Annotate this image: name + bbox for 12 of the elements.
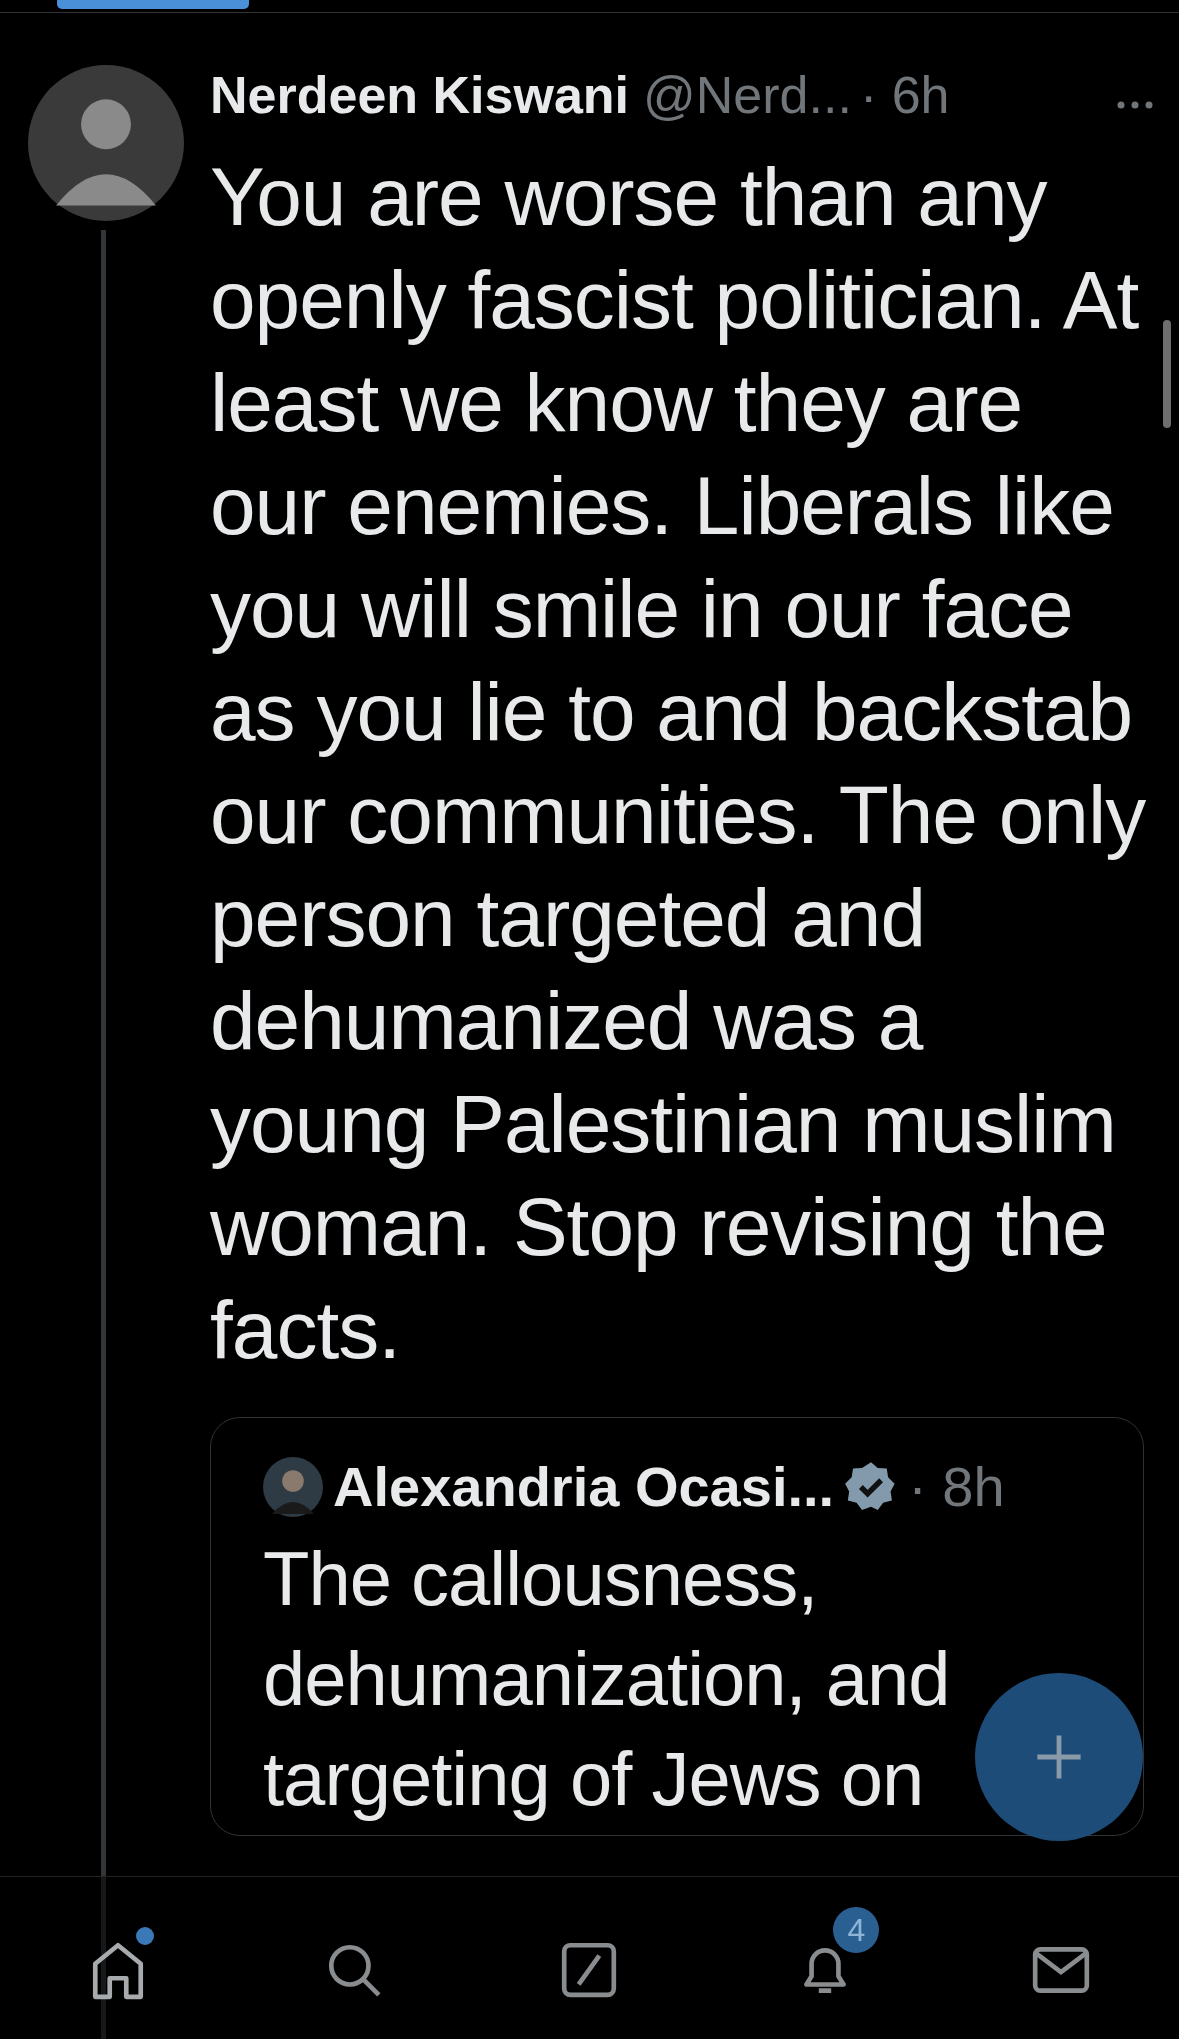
quoted-post-text: The callousness, dehumanization, and targeting of Jews on xyxy=(263,1535,951,1823)
quoted-author-name: Alexandria Ocasi... xyxy=(333,1454,835,1519)
author-handle: @Nerd... xyxy=(643,65,852,125)
post-time: · 6h xyxy=(859,65,950,125)
avatar[interactable] xyxy=(28,65,184,221)
post-text: You are worse than any openly fascist politician. At least we know they are our enemies. Liberals like you will smile in our face as you lie to and backstab our communities. The only person targeted and dehumanized was a young Palestinian muslim woman. Stop revising the facts. xyxy=(210,150,1147,1377)
avatar xyxy=(263,1456,323,1517)
plus-icon xyxy=(1035,1733,1083,1781)
notification-count: 4 xyxy=(833,1907,880,1953)
quoted-post-time: · 8h xyxy=(908,1454,1005,1519)
more-icon[interactable] xyxy=(1115,100,1155,110)
author-name[interactable]: Nerdeen Kiswani xyxy=(210,65,630,125)
